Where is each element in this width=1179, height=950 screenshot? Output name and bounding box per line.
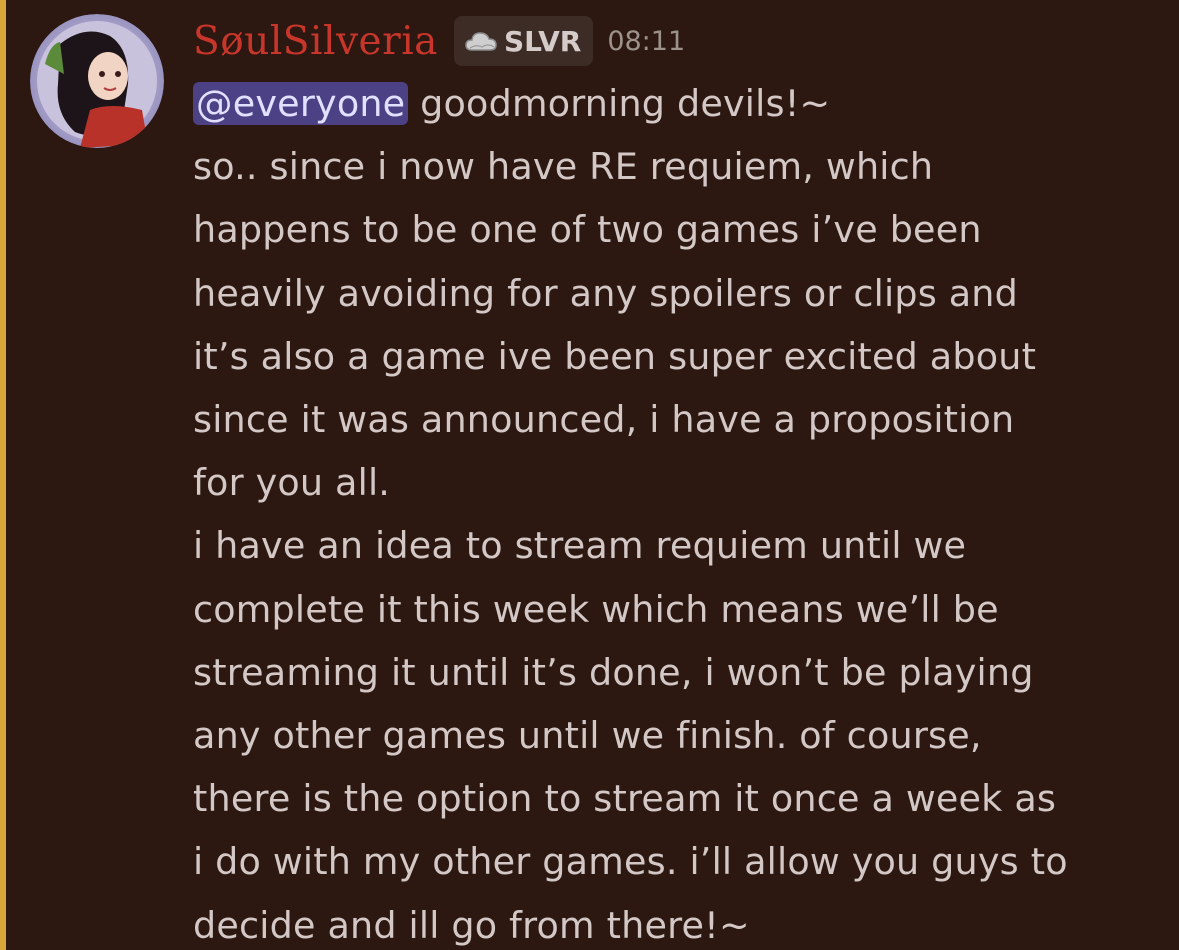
message-line: streaming it until it’s done, i won’t be… — [193, 650, 1034, 694]
message-line-text: goodmorning devils!~ — [408, 82, 831, 125]
message-line: for you all. — [193, 461, 391, 505]
server-tag-label: SLVR — [503, 24, 582, 58]
message-line: i do with my other games. i’ll allow you… — [193, 840, 1068, 884]
author-username[interactable]: SøulSilveria — [193, 19, 438, 64]
message-content: @everyone goodmorning devils!~ so.. sinc… — [193, 72, 1163, 950]
message-line: since it was announced, i have a proposi… — [193, 398, 1015, 442]
chat-message: SøulSilveria SLVR 08:11 @everyone goodmo… — [0, 0, 1179, 950]
message-header: SøulSilveria SLVR 08:11 — [193, 14, 685, 68]
message-line: i have an idea to stream requiem until w… — [193, 524, 967, 568]
server-tag[interactable]: SLVR — [453, 16, 594, 66]
everyone-mention[interactable]: @everyone — [193, 82, 409, 125]
message-line: happens to be one of two games i’ve been — [193, 208, 982, 252]
message-line: heavily avoiding for any spoilers or cli… — [193, 271, 1019, 315]
message-line: there is the option to stream it once a … — [193, 777, 1057, 821]
message-line: it’s also a game ive been super excited … — [193, 334, 1037, 378]
mention-highlight-bar — [0, 0, 6, 950]
cloud-icon — [465, 32, 497, 51]
message-line: so.. since i now have RE requiem, which — [193, 145, 934, 189]
avatar[interactable] — [30, 14, 164, 148]
message-line: complete it this week which means we’ll … — [193, 587, 999, 631]
message-line: any other games until we finish. of cour… — [193, 714, 982, 758]
message-line: @everyone goodmorning devils!~ — [193, 72, 1163, 135]
message-line: decide and ill go from there!~ — [193, 903, 750, 947]
message-timestamp[interactable]: 08:11 — [607, 26, 685, 57]
